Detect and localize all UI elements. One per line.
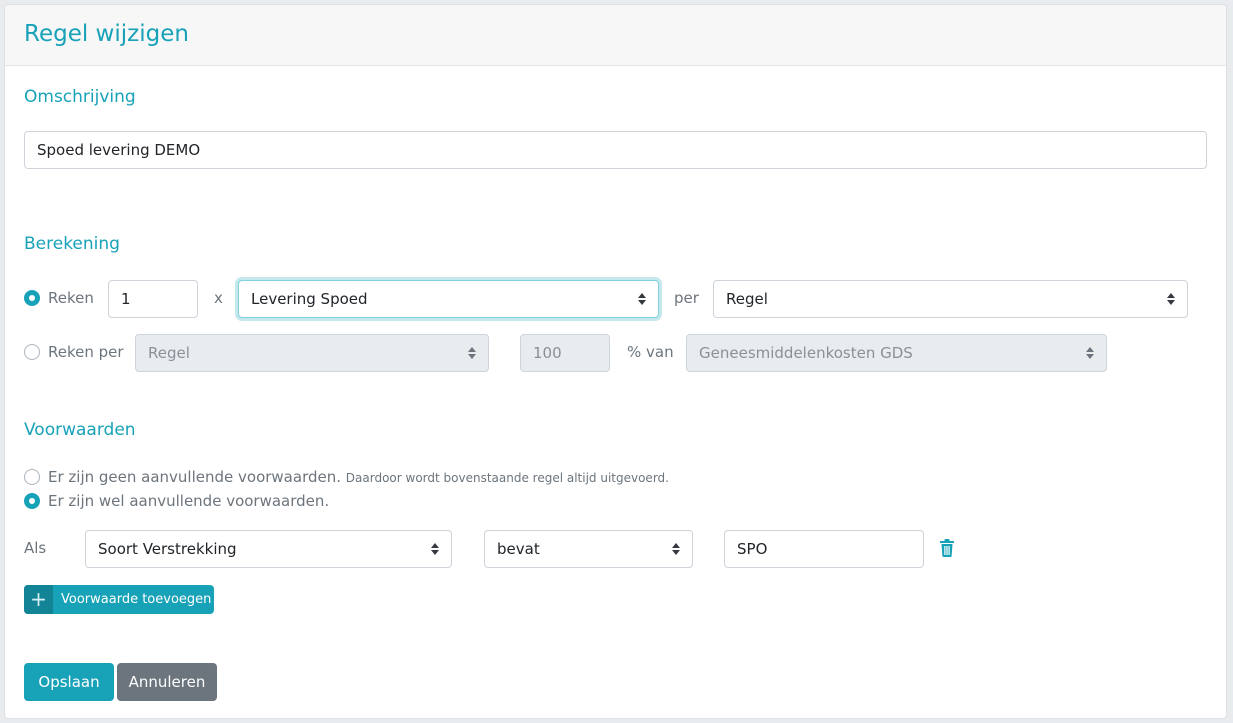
radio-reken-per-label: Reken per	[48, 343, 124, 361]
cancel-button[interactable]: Annuleren	[117, 663, 217, 701]
condition-prefix-label: Als	[24, 539, 47, 557]
radio-reken-per[interactable]	[24, 344, 40, 360]
chevron-updown-icon	[672, 542, 680, 556]
base-select-value: Geneesmiddelenkosten GDS	[699, 344, 913, 362]
trash-icon[interactable]	[939, 539, 955, 557]
add-condition-label: Voorwaarde toevoegen	[61, 592, 212, 607]
unit-select-value: Regel	[726, 290, 768, 308]
section-title-omschrijving: Omschrijving	[24, 87, 136, 107]
description-input[interactable]: Spoed levering DEMO	[24, 131, 1207, 169]
product-select-value: Levering Spoed	[251, 290, 368, 308]
per-unit-select-value: Regel	[148, 344, 190, 362]
section-title-voorwaarden: Voorwaarden	[24, 420, 136, 440]
condition-operator-value: bevat	[497, 540, 540, 558]
radio-with-conditions[interactable]	[24, 493, 40, 509]
condition-operator-select[interactable]: bevat	[484, 530, 693, 568]
radio-no-conditions-label: Er zijn geen aanvullende voorwaarden. Da…	[48, 468, 669, 486]
no-conditions-note: Daardoor wordt bovenstaande regel altijd…	[345, 471, 669, 485]
product-select[interactable]: Levering Spoed	[238, 280, 659, 318]
radio-reken-label: Reken	[48, 289, 94, 307]
per-unit-select[interactable]: Regel	[135, 334, 489, 372]
unit-select[interactable]: Regel	[713, 280, 1188, 318]
condition-field-select[interactable]: Soort Verstrekking	[85, 530, 452, 568]
section-title-berekening: Berekening	[24, 234, 120, 254]
add-condition-button[interactable]: + Voorwaarde toevoegen	[24, 585, 214, 614]
chevron-updown-icon	[468, 346, 476, 360]
quantity-input[interactable]: 1	[108, 280, 198, 318]
condition-field-value: Soort Verstrekking	[98, 540, 237, 558]
radio-reken[interactable]	[24, 290, 40, 306]
save-button[interactable]: Opslaan	[24, 663, 114, 701]
times-label: x	[214, 289, 223, 307]
plus-icon: +	[24, 585, 53, 614]
per-label: per	[674, 289, 699, 307]
chevron-updown-icon	[1167, 292, 1175, 306]
radio-no-conditions[interactable]	[24, 469, 40, 485]
radio-with-conditions-label: Er zijn wel aanvullende voorwaarden.	[48, 492, 330, 510]
chevron-updown-icon	[1086, 346, 1094, 360]
chevron-updown-icon	[431, 542, 439, 556]
page-title: Regel wijzigen	[24, 21, 189, 47]
base-select[interactable]: Geneesmiddelenkosten GDS	[686, 334, 1107, 372]
percent-of-label: % van	[627, 343, 674, 361]
condition-value-input[interactable]: SPO	[724, 530, 924, 568]
no-conditions-text: Er zijn geen aanvullende voorwaarden.	[48, 468, 341, 486]
percentage-input[interactable]: 100	[520, 334, 610, 372]
edit-rule-card: Regel wijzigen Omschrijving Spoed leveri…	[4, 4, 1227, 719]
chevron-updown-icon	[638, 292, 646, 306]
